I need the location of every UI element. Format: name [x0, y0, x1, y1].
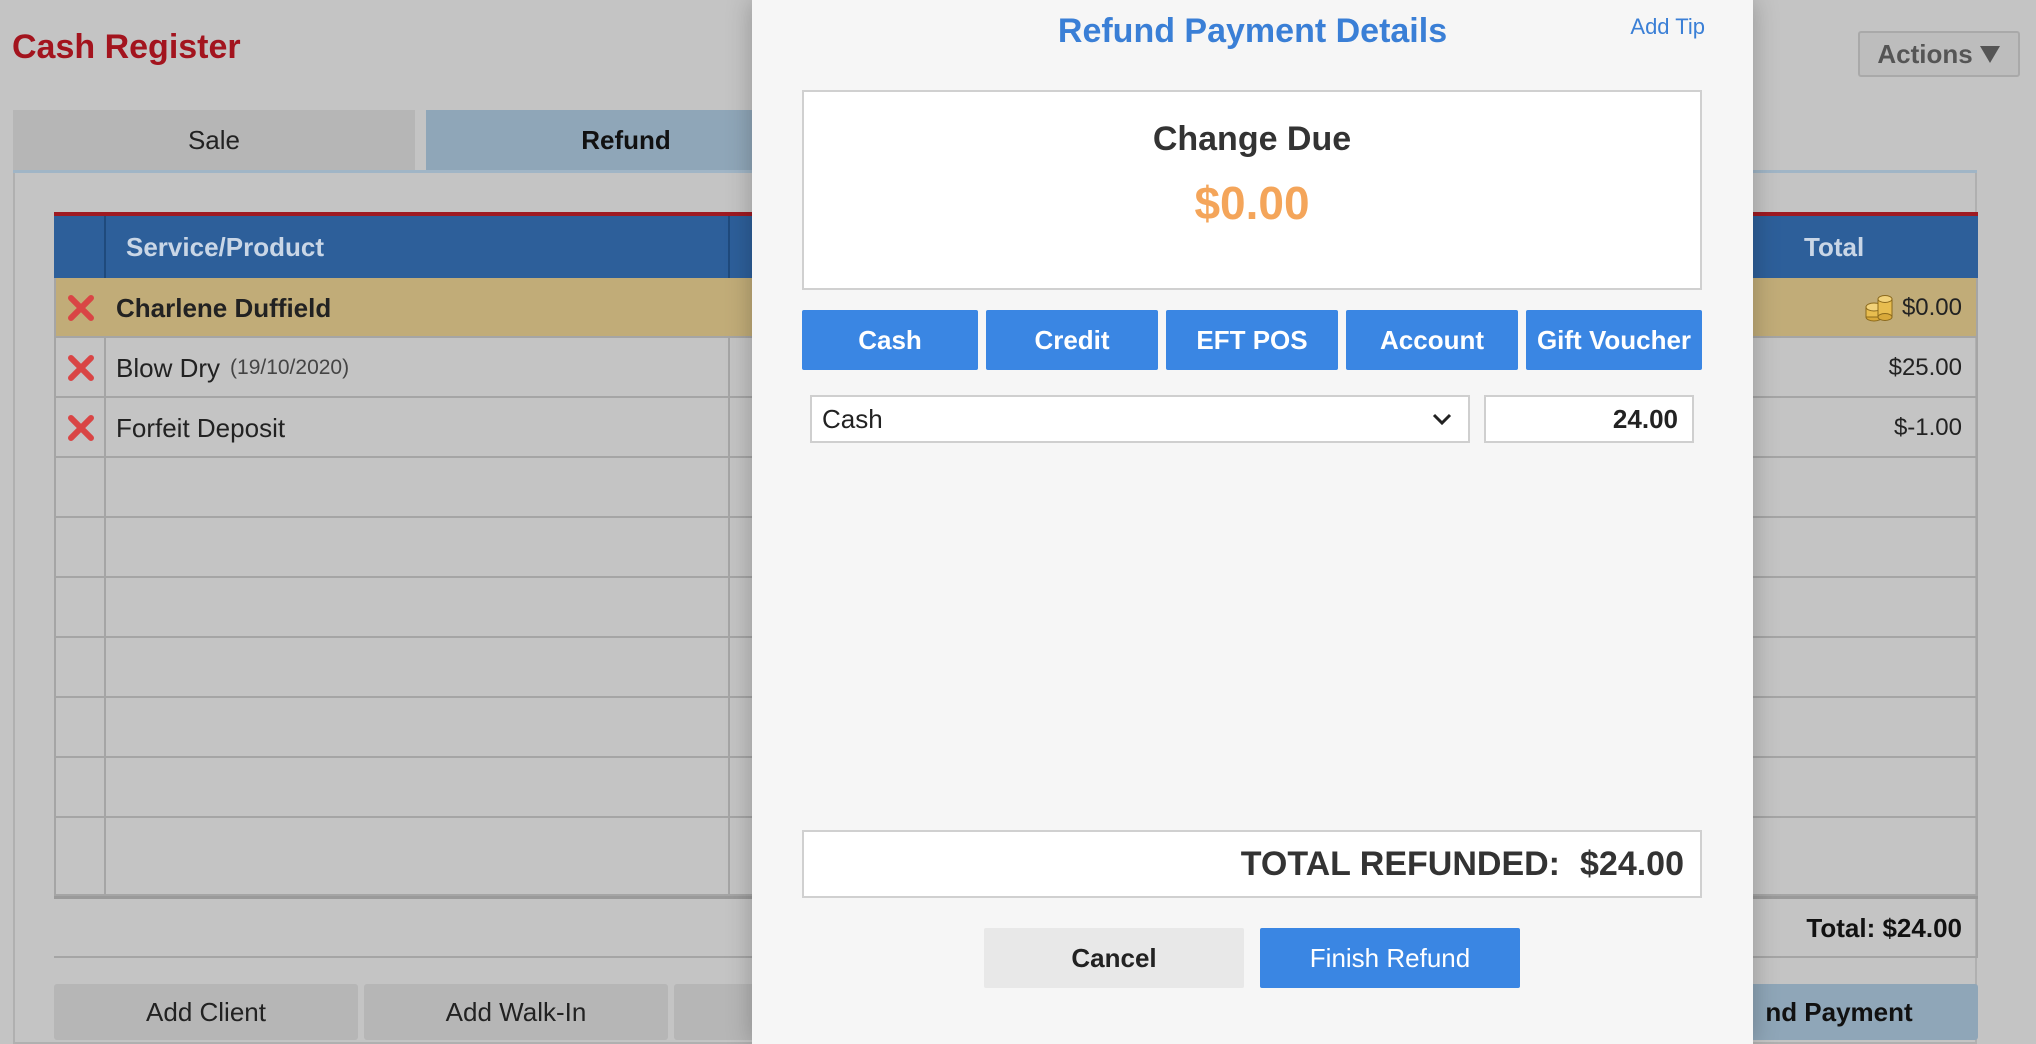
tab-sale[interactable]: Sale: [13, 110, 415, 170]
row-total: $25.00: [1888, 354, 1962, 381]
row-total: $-1.00: [1893, 414, 1962, 441]
grid-line: [728, 338, 730, 896]
actions-button[interactable]: Actions: [1858, 31, 2020, 77]
refund-payment-modal: Refund Payment Details Add Tip Change Du…: [752, 0, 1753, 1044]
add-client-button[interactable]: Add Client: [54, 984, 358, 1040]
payment-amount-input[interactable]: 24.00: [1484, 395, 1694, 443]
triangle-down-icon: [1979, 46, 2000, 63]
change-due-box: Change Due $0.00: [802, 90, 1702, 290]
row-total-cell: $0.00: [1864, 278, 1962, 338]
grid-line: [104, 338, 106, 896]
row-name: Charlene Duffield: [116, 292, 332, 323]
coins-icon: [1865, 295, 1893, 322]
item-name: Blow Dry: [116, 352, 221, 383]
chevron-down-icon: [1432, 413, 1452, 426]
total-refunded-box: TOTAL REFUNDED: $24.00: [802, 830, 1702, 898]
add-walkin-button[interactable]: Add Walk-In: [364, 984, 668, 1040]
cancel-button[interactable]: Cancel: [984, 928, 1244, 988]
modal-title: Refund Payment Details: [1057, 12, 1448, 50]
selected-method: Cash: [822, 403, 883, 434]
column-divider: [728, 216, 730, 278]
payment-method-account-button[interactable]: Account: [1346, 310, 1518, 370]
remove-x-icon[interactable]: [66, 353, 96, 383]
footer-total: Total: $24.00: [1806, 912, 1962, 943]
column-total: Total: [1804, 231, 1865, 262]
remove-x-icon[interactable]: [66, 293, 96, 323]
payment-method-select[interactable]: Cash: [810, 395, 1470, 443]
row-name: Blow Dry (19/10/2020): [116, 338, 349, 398]
remove-x-icon[interactable]: [66, 413, 96, 443]
actions-label: Actions: [1877, 38, 1973, 69]
total-refunded-label: TOTAL REFUNDED:: [1240, 844, 1560, 883]
item-date: (19/10/2020): [230, 356, 350, 379]
add-tip-link[interactable]: Add Tip: [1630, 14, 1705, 40]
payment-method-cash-button[interactable]: Cash: [802, 310, 978, 370]
column-service-product: Service/Product: [126, 231, 324, 262]
finish-refund-button[interactable]: Finish Refund: [1260, 928, 1520, 988]
change-due-label: Change Due: [1152, 120, 1352, 158]
row-name: Forfeit Deposit: [116, 412, 286, 443]
grid-line: [54, 278, 56, 896]
app-title: Cash Register: [12, 28, 241, 66]
row-total: $0.00: [1901, 294, 1962, 321]
grid-line: [1976, 278, 1978, 958]
payment-method-eftpos-button[interactable]: EFT POS: [1166, 310, 1338, 370]
column-divider: [104, 216, 106, 278]
total-refunded-value: $24.00: [1580, 844, 1684, 883]
change-due-amount: $0.00: [1194, 177, 1310, 229]
payment-method-gift-voucher-button[interactable]: Gift Voucher: [1526, 310, 1702, 370]
payment-method-credit-button[interactable]: Credit: [986, 310, 1158, 370]
